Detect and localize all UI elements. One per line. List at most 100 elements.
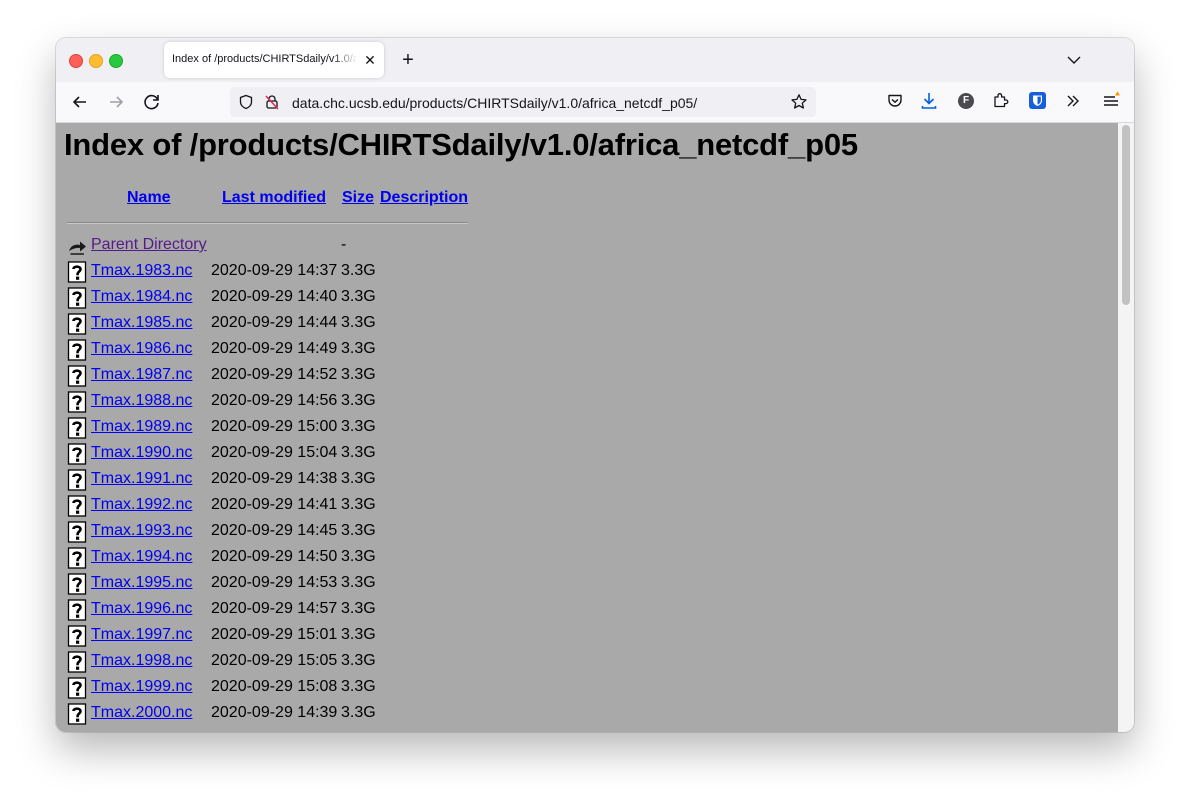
file-row: Tmax.1998.nc 2020-09-29 15:05 3.3G (56, 649, 556, 675)
file-size: 3.3G (341, 314, 376, 331)
file-size: 3.3G (341, 262, 376, 279)
unknown-file-icon (67, 339, 87, 361)
file-row: Tmax.1985.nc 2020-09-29 14:44 3.3G (56, 311, 556, 337)
unknown-file-icon (67, 417, 87, 439)
file-size: 3.3G (341, 574, 376, 591)
file-link[interactable]: Tmax.1988.nc (91, 392, 192, 410)
download-icon[interactable] (920, 91, 938, 111)
scrollbar-thumb[interactable] (1122, 125, 1130, 305)
app-menu-icon[interactable] (1101, 90, 1121, 110)
unknown-file-icon (67, 313, 87, 335)
bookmark-star-icon[interactable] (790, 93, 808, 111)
unknown-file-icon (67, 469, 87, 491)
file-modified: 2020-09-29 14:49 (211, 340, 338, 357)
file-size: 3.3G (341, 522, 376, 539)
new-tab-button[interactable]: + (398, 50, 418, 70)
chevron-down-icon[interactable] (1064, 50, 1084, 70)
file-link[interactable]: Tmax.1995.nc (91, 574, 192, 592)
account-avatar[interactable]: F (958, 93, 974, 109)
page-content: Index of /products/CHIRTSdaily/v1.0/afri… (56, 123, 1118, 732)
column-last-modified-link[interactable]: Last modified (222, 189, 326, 207)
file-link[interactable]: Tmax.1987.nc (91, 366, 192, 384)
file-link[interactable]: Tmax.1994.nc (91, 548, 192, 566)
navigation-toolbar: data.chc.ucsb.edu/products/CHIRTSdaily/v… (56, 82, 1134, 123)
file-row: Tmax.1996.nc 2020-09-29 14:57 3.3G (56, 597, 556, 623)
file-modified: 2020-09-29 14:50 (211, 548, 338, 565)
file-size: 3.3G (341, 496, 376, 513)
file-modified: 2020-09-29 15:04 (211, 444, 338, 461)
tab-title: Index of /products/CHIRTSdaily/v1.0/afri… (172, 53, 356, 65)
bitwarden-shield-icon[interactable] (1029, 92, 1046, 109)
parent-size: - (341, 236, 347, 253)
window-minimize-button[interactable] (89, 54, 103, 68)
unknown-file-icon (67, 521, 87, 543)
column-size-link[interactable]: Size (342, 189, 374, 207)
file-link[interactable]: Tmax.1985.nc (91, 314, 192, 332)
overflow-chevrons-icon[interactable] (1064, 92, 1082, 110)
file-row: Tmax.1991.nc 2020-09-29 14:38 3.3G (56, 467, 556, 493)
file-link[interactable]: Tmax.1989.nc (91, 418, 192, 436)
file-modified: 2020-09-29 14:39 (211, 704, 338, 721)
file-size: 3.3G (341, 678, 376, 695)
window-zoom-button[interactable] (109, 54, 123, 68)
file-link[interactable]: Tmax.1992.nc (91, 496, 192, 514)
file-link[interactable]: Tmax.1993.nc (91, 522, 192, 540)
file-row: Tmax.1994.nc 2020-09-29 14:50 3.3G (56, 545, 556, 571)
file-row: Tmax.1990.nc 2020-09-29 15:04 3.3G (56, 441, 556, 467)
file-modified: 2020-09-29 14:52 (211, 366, 338, 383)
header-divider (67, 222, 468, 224)
file-link[interactable]: Tmax.1997.nc (91, 626, 192, 644)
unknown-file-icon (67, 677, 87, 699)
file-row: Tmax.1992.nc 2020-09-29 14:41 3.3G (56, 493, 556, 519)
file-modified: 2020-09-29 14:44 (211, 314, 338, 331)
file-row: Tmax.1993.nc 2020-09-29 14:45 3.3G (56, 519, 556, 545)
file-modified: 2020-09-29 14:37 (211, 262, 338, 279)
file-link[interactable]: Tmax.1991.nc (91, 470, 192, 488)
unknown-file-icon (67, 599, 87, 621)
insecure-lock-icon[interactable] (264, 94, 280, 110)
file-link[interactable]: Tmax.2000.nc (91, 704, 192, 722)
file-size: 3.3G (341, 340, 376, 357)
file-size: 3.3G (341, 392, 376, 409)
parent-directory-link[interactable]: Parent Directory (91, 236, 207, 254)
file-link[interactable]: Tmax.1999.nc (91, 678, 192, 696)
file-size: 3.3G (341, 470, 376, 487)
unknown-file-icon (67, 547, 87, 569)
tab-active[interactable]: Index of /products/CHIRTSdaily/v1.0/afri… (164, 42, 384, 78)
file-size: 3.3G (341, 600, 376, 617)
file-link[interactable]: Tmax.1990.nc (91, 444, 192, 462)
file-size: 3.3G (341, 652, 376, 669)
file-link[interactable]: Tmax.1983.nc (91, 262, 192, 280)
file-modified: 2020-09-29 14:45 (211, 522, 338, 539)
file-row: Tmax.1995.nc 2020-09-29 14:53 3.3G (56, 571, 556, 597)
file-size: 3.3G (341, 288, 376, 305)
back-arrow-icon[interactable] (68, 90, 92, 114)
browser-window: Index of /products/CHIRTSdaily/v1.0/afri… (56, 38, 1134, 732)
file-row: Tmax.1986.nc 2020-09-29 14:49 3.3G (56, 337, 556, 363)
tab-close-icon[interactable]: ✕ (362, 52, 378, 68)
shield-icon[interactable] (238, 94, 254, 110)
unknown-file-icon (67, 703, 87, 725)
file-link[interactable]: Tmax.1986.nc (91, 340, 192, 358)
file-link[interactable]: Tmax.1998.nc (91, 652, 192, 670)
column-name-link[interactable]: Name (127, 189, 171, 207)
unknown-file-icon (67, 261, 87, 283)
window-close-button[interactable] (69, 54, 83, 68)
file-size: 3.3G (341, 444, 376, 461)
url-text[interactable]: data.chc.ucsb.edu/products/CHIRTSdaily/v… (292, 95, 697, 111)
file-size: 3.3G (341, 366, 376, 383)
tab-strip: Index of /products/CHIRTSdaily/v1.0/afri… (56, 38, 1134, 82)
file-size: 3.3G (341, 626, 376, 643)
column-description-link[interactable]: Description (380, 189, 468, 207)
reload-icon[interactable] (140, 90, 164, 114)
url-bar[interactable]: data.chc.ucsb.edu/products/CHIRTSdaily/v… (230, 87, 816, 117)
file-modified: 2020-09-29 15:00 (211, 418, 338, 435)
file-link[interactable]: Tmax.1996.nc (91, 600, 192, 618)
file-link[interactable]: Tmax.1984.nc (91, 288, 192, 306)
extensions-puzzle-icon[interactable] (992, 91, 1010, 109)
file-size: 3.3G (341, 704, 376, 721)
file-row: Tmax.1999.nc 2020-09-29 15:08 3.3G (56, 675, 556, 701)
forward-arrow-icon[interactable] (104, 90, 128, 114)
pocket-icon[interactable] (886, 92, 904, 110)
unknown-file-icon (67, 443, 87, 465)
